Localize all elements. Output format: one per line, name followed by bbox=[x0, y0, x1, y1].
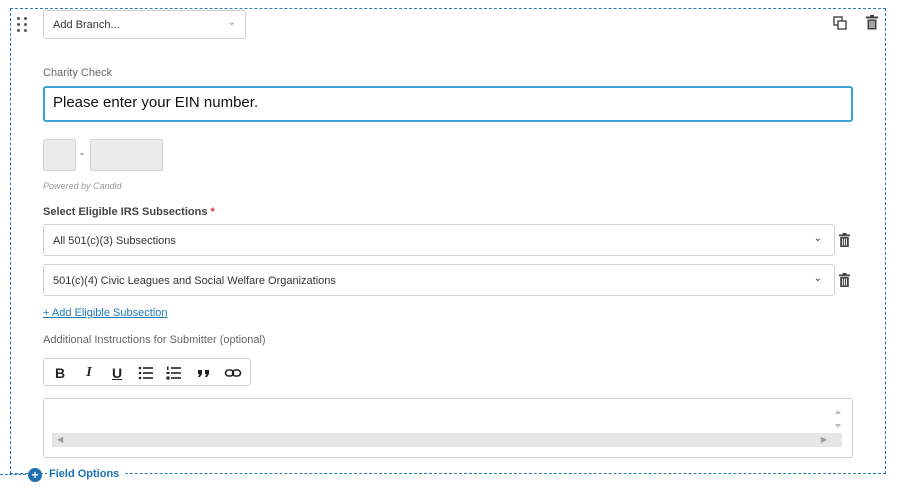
quote-icon[interactable] bbox=[195, 364, 213, 382]
field-options-button[interactable]: Field Options bbox=[47, 468, 126, 480]
bold-button[interactable]: B bbox=[51, 364, 69, 382]
irs-subsections-label: Select Eligible IRS Subsections * bbox=[43, 206, 215, 218]
divider bbox=[0, 474, 26, 475]
irs-label-text: Select Eligible IRS Subsections bbox=[43, 206, 208, 218]
bullet-list-icon[interactable] bbox=[137, 364, 155, 382]
irs-subsection-select[interactable]: 501(c)(4) Civic Leagues and Social Welfa… bbox=[43, 264, 835, 296]
chevron-down-icon: ⌄ bbox=[813, 233, 822, 244]
numbered-list-icon[interactable] bbox=[165, 364, 183, 382]
powered-by-text: Powered by Candid bbox=[43, 181, 122, 191]
select-value: All 501(c)(3) Subsections bbox=[53, 235, 176, 247]
vertical-scrollbar[interactable] bbox=[832, 404, 844, 434]
irs-subsection-select[interactable]: All 501(c)(3) Subsections ⌄ bbox=[43, 224, 835, 256]
delete-field-icon[interactable] bbox=[866, 15, 878, 30]
required-marker: * bbox=[210, 206, 215, 218]
ein-separator: - bbox=[80, 146, 84, 160]
add-eligible-subsection-link[interactable]: + Add Eligible Subsection bbox=[43, 307, 167, 319]
field-title: Charity Check bbox=[43, 67, 113, 79]
italic-button[interactable]: I bbox=[80, 364, 98, 382]
select-value: 501(c)(4) Civic Leagues and Social Welfa… bbox=[53, 275, 336, 287]
horizontal-scrollbar[interactable]: ◀ ▶ bbox=[52, 433, 842, 447]
plus-icon[interactable]: + bbox=[28, 468, 42, 482]
chevron-down-icon: ⌄ bbox=[813, 273, 822, 284]
delete-subsection-icon[interactable] bbox=[839, 233, 850, 247]
ein-prompt-input[interactable]: Please enter your EIN number. bbox=[43, 86, 853, 122]
instructions-editor[interactable] bbox=[43, 398, 853, 458]
rich-text-toolbar: B I U bbox=[43, 358, 251, 386]
add-branch-label: Add Branch... bbox=[53, 19, 120, 31]
link-icon[interactable] bbox=[224, 364, 242, 382]
ein-prefix-field[interactable] bbox=[43, 139, 76, 171]
add-branch-select[interactable]: Add Branch... ⌄ bbox=[43, 10, 246, 39]
delete-subsection-icon[interactable] bbox=[839, 273, 850, 287]
chevron-down-icon: ⌄ bbox=[227, 17, 236, 28]
ein-suffix-field[interactable] bbox=[90, 139, 163, 171]
duplicate-icon[interactable] bbox=[833, 16, 847, 30]
underline-button[interactable]: U bbox=[108, 364, 126, 382]
drag-handle-icon[interactable] bbox=[17, 17, 31, 33]
scroll-left-icon[interactable]: ◀ bbox=[57, 435, 63, 444]
scroll-right-icon[interactable]: ▶ bbox=[821, 435, 827, 444]
instructions-label: Additional Instructions for Submitter (o… bbox=[43, 334, 266, 346]
